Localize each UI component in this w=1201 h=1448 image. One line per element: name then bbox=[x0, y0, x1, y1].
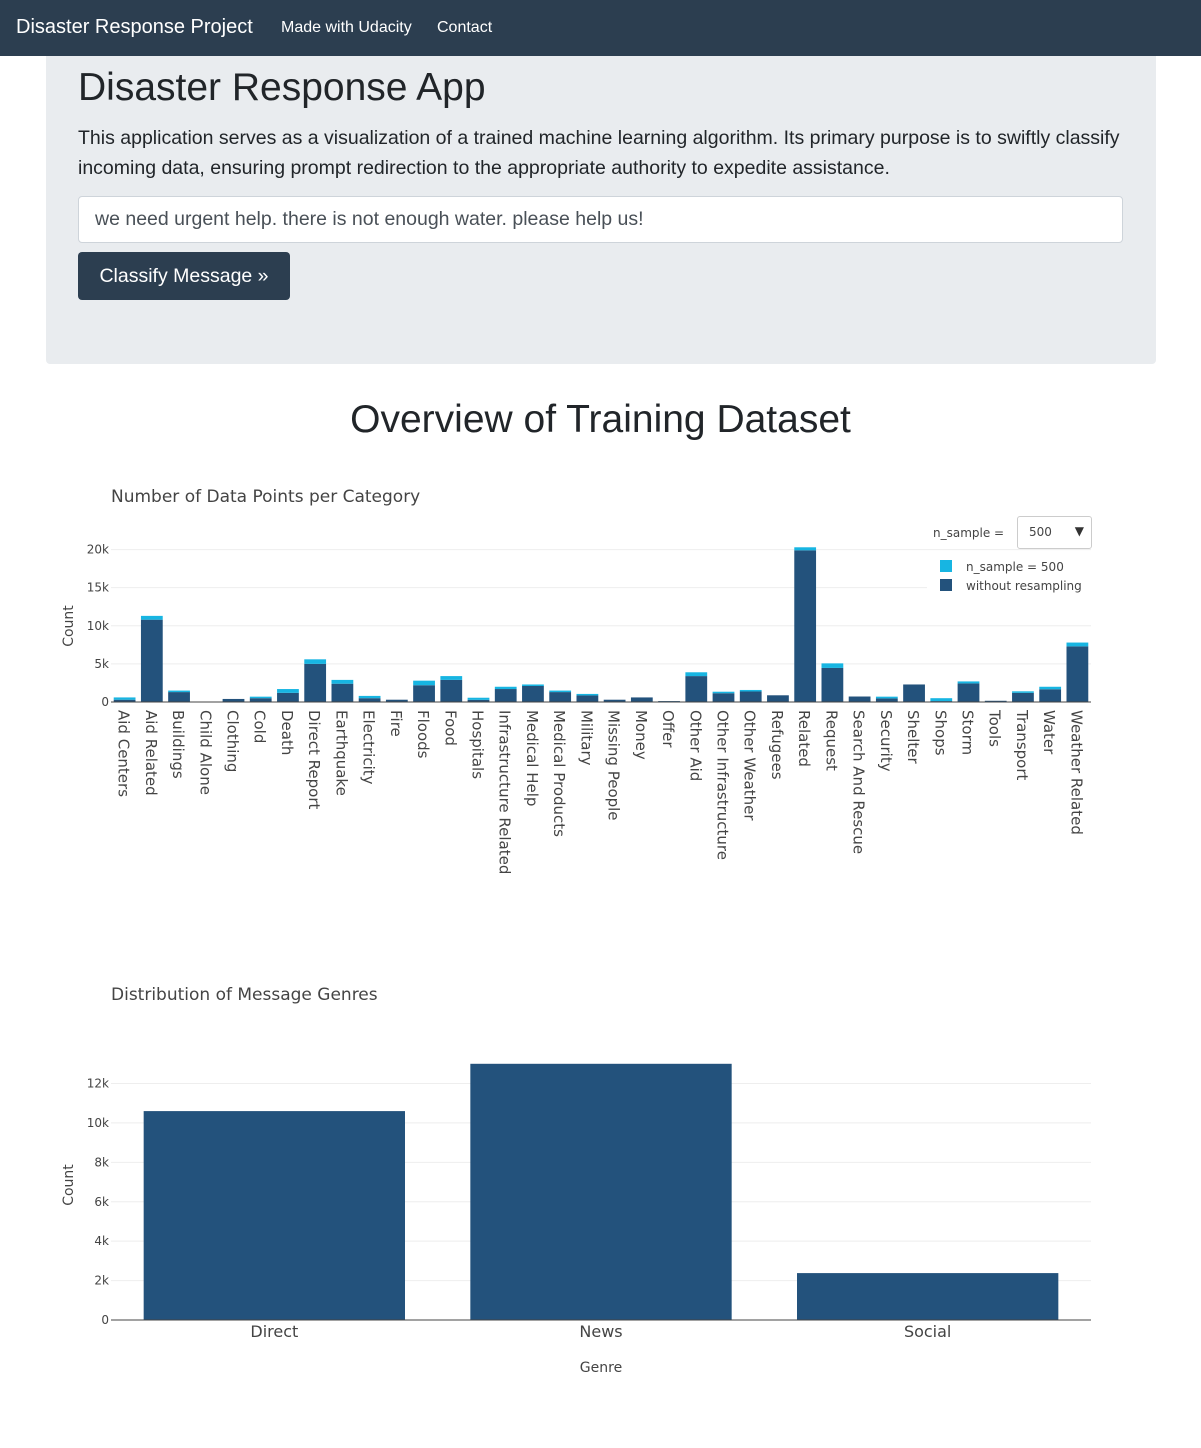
bar-genre bbox=[143, 1111, 405, 1320]
y-tick-label: 4k bbox=[94, 1234, 109, 1248]
y-tick-label: 0 bbox=[101, 1313, 109, 1327]
genre-chart: Distribution of Message Genres 0 2k 4k 6k 8k 1… bbox=[61, 985, 1091, 1376]
y-axis-title: Count bbox=[61, 1164, 77, 1206]
y-tick-label: 6k bbox=[94, 1195, 109, 1209]
x-tick-label: Direct bbox=[250, 1322, 298, 1341]
dropdown-arrow-icon: ▼ bbox=[1074, 524, 1084, 538]
y-tick-label: 2k bbox=[94, 1274, 109, 1288]
y-tick-label: 10k bbox=[87, 1116, 109, 1130]
n-sample-value: 500 bbox=[1029, 525, 1052, 539]
bar-genre bbox=[797, 1273, 1059, 1320]
bar-genre bbox=[470, 1063, 732, 1320]
x-axis-title: Genre bbox=[580, 1360, 622, 1376]
y-tick-label: 8k bbox=[94, 1155, 109, 1169]
x-tick-label: Social bbox=[904, 1322, 951, 1341]
n-sample-dropdown[interactable]: 500 ▼ bbox=[1017, 516, 1092, 549]
x-tick-label: News bbox=[579, 1322, 622, 1341]
y-tick-label: 12k bbox=[87, 1077, 109, 1091]
chart-title: Distribution of Message Genres bbox=[111, 985, 378, 1005]
n-sample-label: n_sample = bbox=[933, 526, 1005, 540]
